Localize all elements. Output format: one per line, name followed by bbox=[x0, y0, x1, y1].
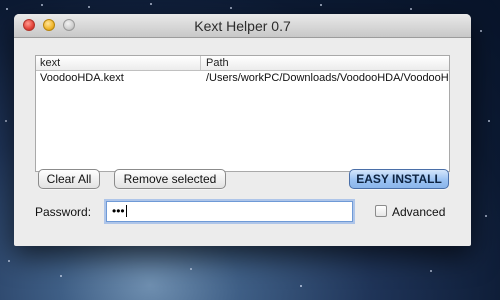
remove-selected-button[interactable]: Remove selected bbox=[114, 169, 226, 189]
advanced-checkbox[interactable] bbox=[375, 205, 387, 217]
text-caret bbox=[125, 205, 127, 217]
clear-all-button[interactable]: Clear All bbox=[38, 169, 100, 189]
kext-table[interactable]: kext Path VoodooHDA.kext /Users/workPC/D… bbox=[35, 55, 450, 172]
column-header-path[interactable]: Path bbox=[206, 56, 446, 70]
table-row[interactable]: VoodooHDA.kext /Users/workPC/Downloads/V… bbox=[36, 71, 449, 86]
app-window: Kext Helper 0.7 kext Path VoodooHDA.kext… bbox=[14, 14, 471, 246]
password-label: Password: bbox=[35, 205, 92, 219]
column-header-kext[interactable]: kext bbox=[40, 56, 201, 70]
password-value: ••• bbox=[112, 204, 125, 218]
table-header: kext Path bbox=[36, 56, 449, 71]
window-title: Kext Helper 0.7 bbox=[194, 18, 291, 34]
kext-name-cell: VoodooHDA.kext bbox=[40, 72, 124, 84]
password-field[interactable]: ••• bbox=[106, 201, 353, 222]
kext-path-cell: /Users/workPC/Downloads/VoodooHDA/Voodoo… bbox=[206, 72, 448, 84]
title-bar[interactable]: Kext Helper 0.7 bbox=[14, 14, 471, 38]
advanced-label[interactable]: Advanced bbox=[392, 205, 445, 219]
easy-install-button[interactable]: EASY INSTALL bbox=[349, 169, 449, 189]
